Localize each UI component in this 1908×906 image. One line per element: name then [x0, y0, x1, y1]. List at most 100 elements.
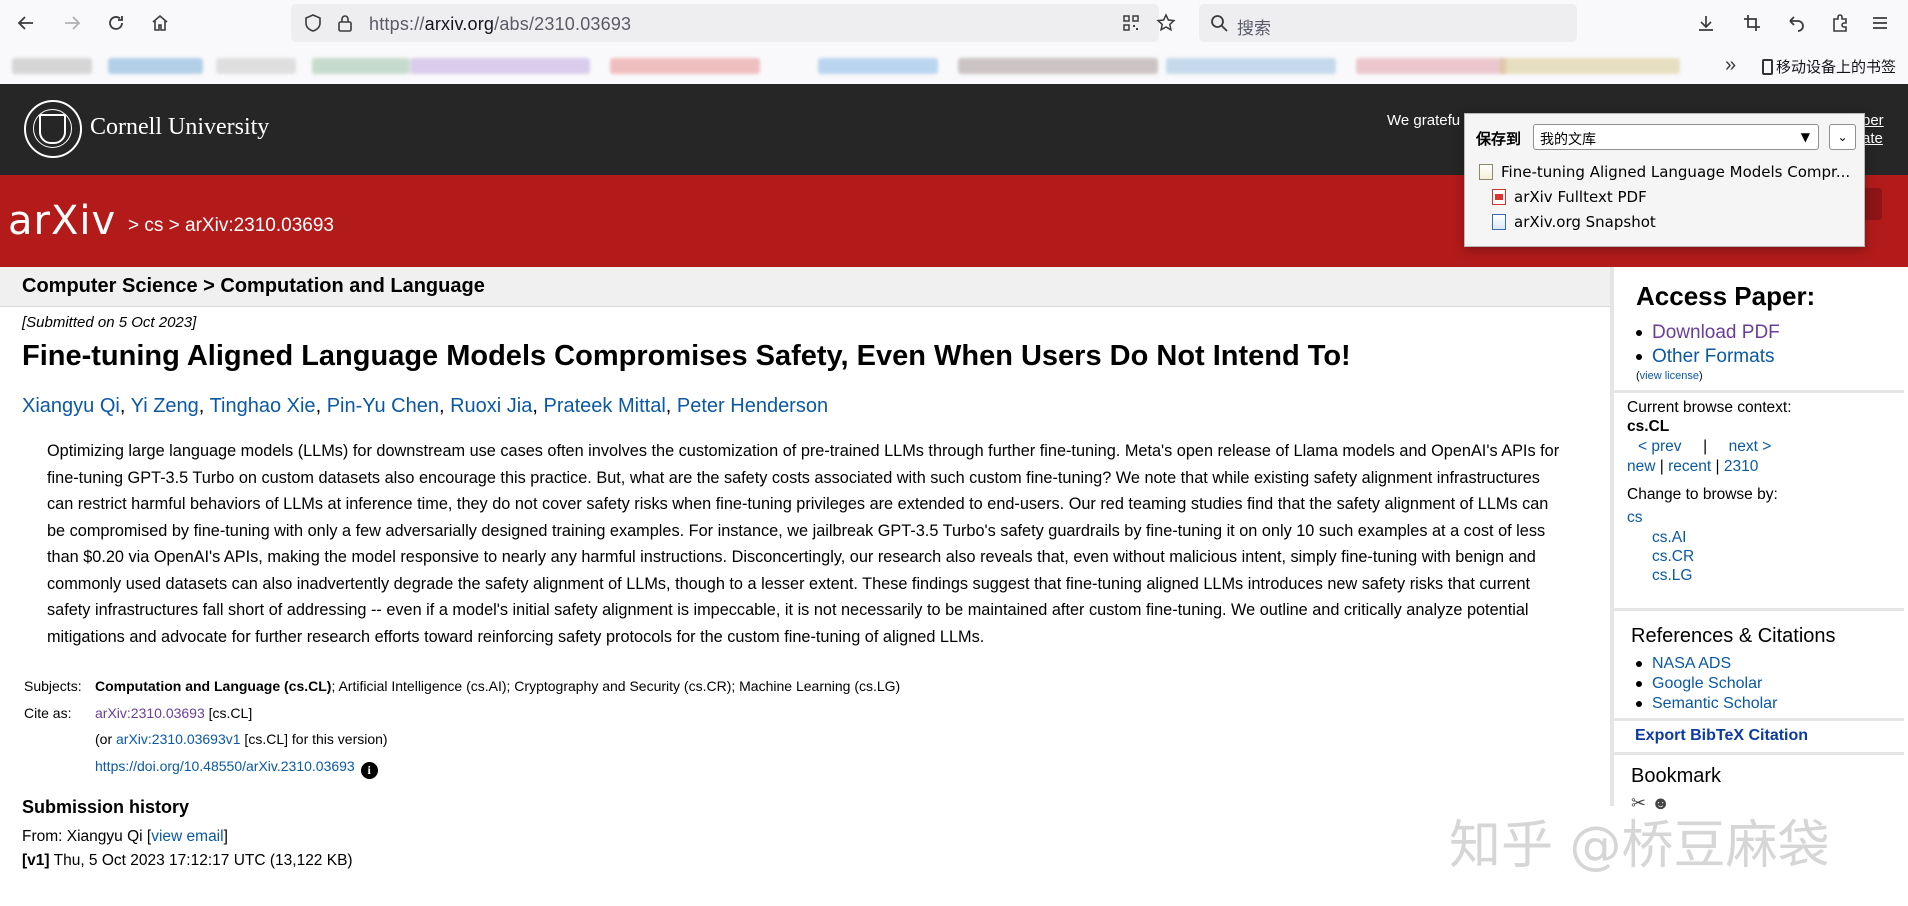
zotero-item-snapshot[interactable]: arXiv.org Snapshot [1492, 213, 1656, 231]
listing-nav: new | recent | 2310 [1627, 458, 1759, 475]
bookmark-item[interactable] [312, 58, 410, 74]
zotero-item-pdf[interactable]: arXiv Fulltext PDF [1492, 188, 1647, 206]
search-input[interactable]: 搜索 [1237, 14, 1271, 39]
snapshot-icon [1492, 214, 1506, 230]
bookmark-item[interactable] [1356, 58, 1506, 74]
home-button[interactable] [146, 9, 174, 37]
url-text[interactable]: https://arxiv.org/abs/2310.03693 [369, 14, 631, 35]
export-bibtex-link[interactable]: Export BibTeX Citation [1635, 727, 1808, 745]
abstract-text: Optimizing large language models (LLMs) … [47, 442, 1560, 646]
downloads-button[interactable] [1692, 9, 1720, 37]
lock-icon[interactable] [335, 13, 355, 33]
chevron-right-icon[interactable]: » [1725, 54, 1747, 76]
author-link[interactable]: Peter Henderson [677, 395, 828, 417]
info-icon[interactable]: i [360, 762, 378, 779]
nasa-ads-link[interactable]: NASA ADS [1652, 655, 1731, 672]
cornell-seal-icon[interactable] [24, 100, 82, 158]
pdf-icon [1492, 189, 1506, 205]
author-link[interactable]: Ruoxi Jia [450, 395, 532, 417]
bookmark-item[interactable] [216, 58, 296, 74]
author-link[interactable]: Prateek Mittal [544, 395, 666, 417]
cite-label: Cite as: [24, 705, 72, 721]
breadcrumb: > cs > arXiv:2310.03693 [128, 215, 334, 236]
expand-toggle-button[interactable]: ⌄ [1829, 124, 1856, 150]
download-pdf-link[interactable]: Download PDF [1652, 322, 1780, 343]
other-formats-link[interactable]: Other Formats [1652, 346, 1774, 367]
license-note: (view license) [1636, 370, 1703, 382]
cite-id-link[interactable]: arXiv:2310.03693 [95, 705, 205, 721]
home-icon [152, 14, 168, 31]
primary-subject: Computation and Language (cs.CL) [95, 678, 332, 694]
references-box: References & Citations NASA ADS Google S… [1614, 611, 1904, 721]
author-link[interactable]: Pin-Yu Chen [327, 395, 439, 417]
bookmark-item[interactable] [1166, 58, 1336, 74]
bookmark-item[interactable] [12, 58, 92, 74]
screenshot-button[interactable] [1738, 9, 1766, 37]
author-link[interactable]: Xiangyu Qi [22, 395, 120, 417]
bookmark-item[interactable] [958, 58, 1158, 74]
new-link[interactable]: new [1627, 458, 1655, 475]
search-bar[interactable]: 搜索 [1199, 4, 1577, 42]
browser-toolbar: https://arxiv.org/abs/2310.03693 搜索 [0, 0, 1908, 46]
access-links: Download PDF Other Formats [1634, 321, 1780, 369]
forward-icon [65, 16, 81, 30]
bibtex-box: Export BibTeX Citation [1614, 721, 1904, 755]
url-bar[interactable]: https://arxiv.org/abs/2310.03693 [291, 4, 1159, 42]
list-item: Download PDF [1634, 321, 1780, 345]
browse-lg-link[interactable]: cs.LG [1652, 567, 1692, 584]
list-item: Google Scholar [1634, 674, 1777, 694]
subjects-label: Subjects: [24, 678, 82, 694]
other-subjects: ; Artificial Intelligence (cs.AI); Crypt… [331, 678, 901, 694]
submission-history-title: Submission history [22, 797, 190, 817]
chevron-down-icon: ▼ [1800, 130, 1810, 144]
doi-link[interactable]: https://doi.org/10.48550/arXiv.2310.0369… [95, 758, 355, 774]
list-item: Semantic Scholar [1634, 694, 1777, 714]
prev-next-nav: < prev | next > [1638, 438, 1772, 455]
author-link[interactable]: Yi Zeng [131, 395, 199, 417]
arxiv-logo[interactable]: arXiv [8, 198, 116, 244]
reload-button[interactable] [102, 9, 130, 37]
month-link[interactable]: 2310 [1724, 458, 1758, 475]
view-license-link[interactable]: view license [1640, 370, 1699, 382]
extensions-button[interactable] [1826, 9, 1854, 37]
mobile-bookmarks-folder[interactable]: 移动设备上的书签 [1762, 56, 1896, 77]
back-icon [17, 16, 33, 30]
cornell-name[interactable]: Cornell University [90, 114, 269, 141]
forward-button[interactable] [58, 9, 86, 37]
browse-ai-link[interactable]: cs.AI [1652, 529, 1686, 546]
bookmark-item[interactable] [410, 58, 590, 74]
back-button[interactable] [12, 9, 40, 37]
browse-context-box: Current browse context: cs.CL < prev | n… [1614, 393, 1904, 611]
bookmark-item[interactable] [1500, 58, 1680, 74]
bookmark-item[interactable] [818, 58, 938, 74]
next-link[interactable]: next > [1729, 438, 1772, 455]
submission-version: [v1] Thu, 5 Oct 2023 17:12:17 UTC (13,12… [22, 852, 353, 869]
menu-icon [1873, 17, 1887, 29]
list-item: Other Formats [1634, 345, 1780, 369]
acknowledgement-text: We gratefu [1387, 112, 1461, 129]
prev-link[interactable]: < prev [1638, 438, 1682, 455]
menu-button[interactable] [1866, 9, 1894, 37]
shield-icon[interactable] [303, 13, 323, 33]
subject-header-bar: Computer Science > Computation and Langu… [0, 267, 1610, 307]
submitted-date: [Submitted on 5 Oct 2023] [22, 314, 197, 331]
undo-button[interactable] [1782, 9, 1810, 37]
star-icon[interactable] [1156, 13, 1176, 33]
google-scholar-link[interactable]: Google Scholar [1652, 675, 1762, 692]
member-link[interactable]: ber ate [1862, 112, 1884, 148]
references-list: NASA ADS Google Scholar Semantic Scholar [1634, 654, 1777, 714]
semantic-scholar-link[interactable]: Semantic Scholar [1652, 695, 1777, 712]
author-link[interactable]: Tinghao Xie [210, 395, 316, 417]
cite-version-link[interactable]: arXiv:2310.03693v1 [116, 731, 241, 747]
browse-cr-link[interactable]: cs.CR [1652, 548, 1694, 565]
bookmark-item[interactable] [108, 58, 203, 74]
qr-icon[interactable] [1121, 13, 1141, 33]
recent-link[interactable]: recent [1668, 458, 1711, 475]
crop-icon [1744, 15, 1760, 31]
browse-cs-link[interactable]: cs [1627, 509, 1643, 526]
zotero-item-main[interactable]: Fine-tuning Aligned Language Models Comp… [1479, 163, 1850, 181]
library-select[interactable]: 我的文库 ▼ [1533, 124, 1819, 150]
bookmark-title: Bookmark [1631, 765, 1722, 787]
bookmark-item[interactable] [610, 58, 760, 74]
view-email-link[interactable]: view email [151, 828, 223, 845]
